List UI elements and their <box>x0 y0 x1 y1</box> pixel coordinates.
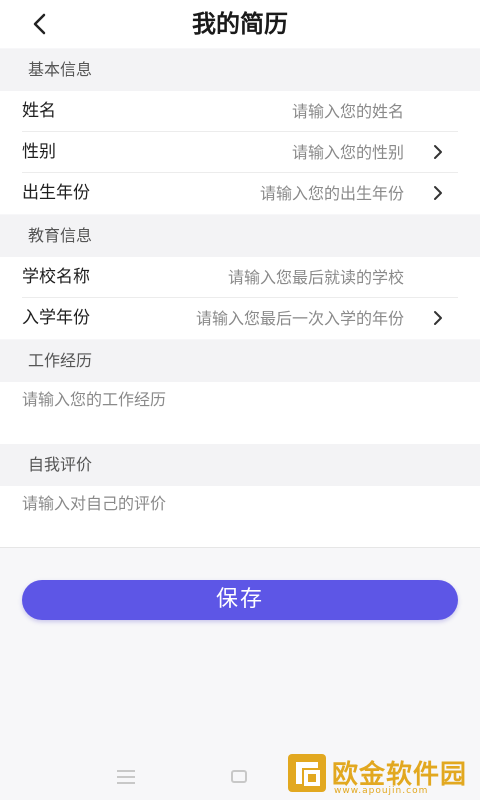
enroll-year-input[interactable]: 请输入您最后一次入学的年份 <box>196 298 404 339</box>
work-experience-textarea[interactable]: 请输入您的工作经历 <box>0 382 480 444</box>
gender-input[interactable]: 请输入您的性别 <box>292 132 404 173</box>
section-title: 教育信息 <box>28 226 93 245</box>
divider <box>0 547 480 548</box>
section-header-basic: 基本信息 <box>0 49 480 91</box>
section-title: 自我评价 <box>28 455 93 474</box>
chevron-right-icon <box>434 311 442 325</box>
logo-icon <box>288 754 326 792</box>
field-label: 性别 <box>22 142 56 162</box>
back-button[interactable] <box>26 10 54 38</box>
chevron-left-icon <box>33 13 46 35</box>
section-header-work: 工作经历 <box>0 340 480 382</box>
field-school[interactable]: 学校名称 请输入您最后就读的学校 <box>0 257 480 298</box>
watermark-url: www.apoujin.com <box>334 786 429 796</box>
section-header-self-eval: 自我评价 <box>0 444 480 486</box>
field-gender[interactable]: 性别 请输入您的性别 <box>0 132 480 173</box>
watermark-logo: 欧金软件园 www.apoujin.com <box>282 746 478 800</box>
textarea-placeholder: 请输入对自己的评价 <box>22 494 167 513</box>
home-icon[interactable] <box>231 770 247 783</box>
field-name[interactable]: 姓名 请输入您的姓名 <box>0 91 480 132</box>
field-birth-year[interactable]: 出生年份 请输入您的出生年份 <box>0 173 480 214</box>
textarea-placeholder: 请输入您的工作经历 <box>22 390 167 409</box>
chevron-right-icon <box>434 186 442 200</box>
menu-icon[interactable] <box>117 770 135 784</box>
field-label: 姓名 <box>22 101 56 121</box>
self-evaluation-textarea[interactable]: 请输入对自己的评价 <box>0 486 480 548</box>
birth-year-input[interactable]: 请输入您的出生年份 <box>260 173 404 214</box>
chevron-right-icon <box>434 145 442 159</box>
field-enroll-year[interactable]: 入学年份 请输入您最后一次入学的年份 <box>0 298 480 339</box>
page-title: 我的简历 <box>192 10 288 38</box>
section-title: 工作经历 <box>28 351 93 370</box>
field-label: 出生年份 <box>22 183 90 203</box>
name-input[interactable]: 请输入您的姓名 <box>292 91 404 132</box>
save-button[interactable]: 保存 <box>22 580 458 620</box>
field-label: 入学年份 <box>22 308 90 328</box>
section-title: 基本信息 <box>28 60 93 79</box>
school-input[interactable]: 请输入您最后就读的学校 <box>228 257 404 298</box>
field-label: 学校名称 <box>22 267 90 287</box>
top-bar: 我的简历 <box>0 0 480 48</box>
section-header-education: 教育信息 <box>0 215 480 257</box>
